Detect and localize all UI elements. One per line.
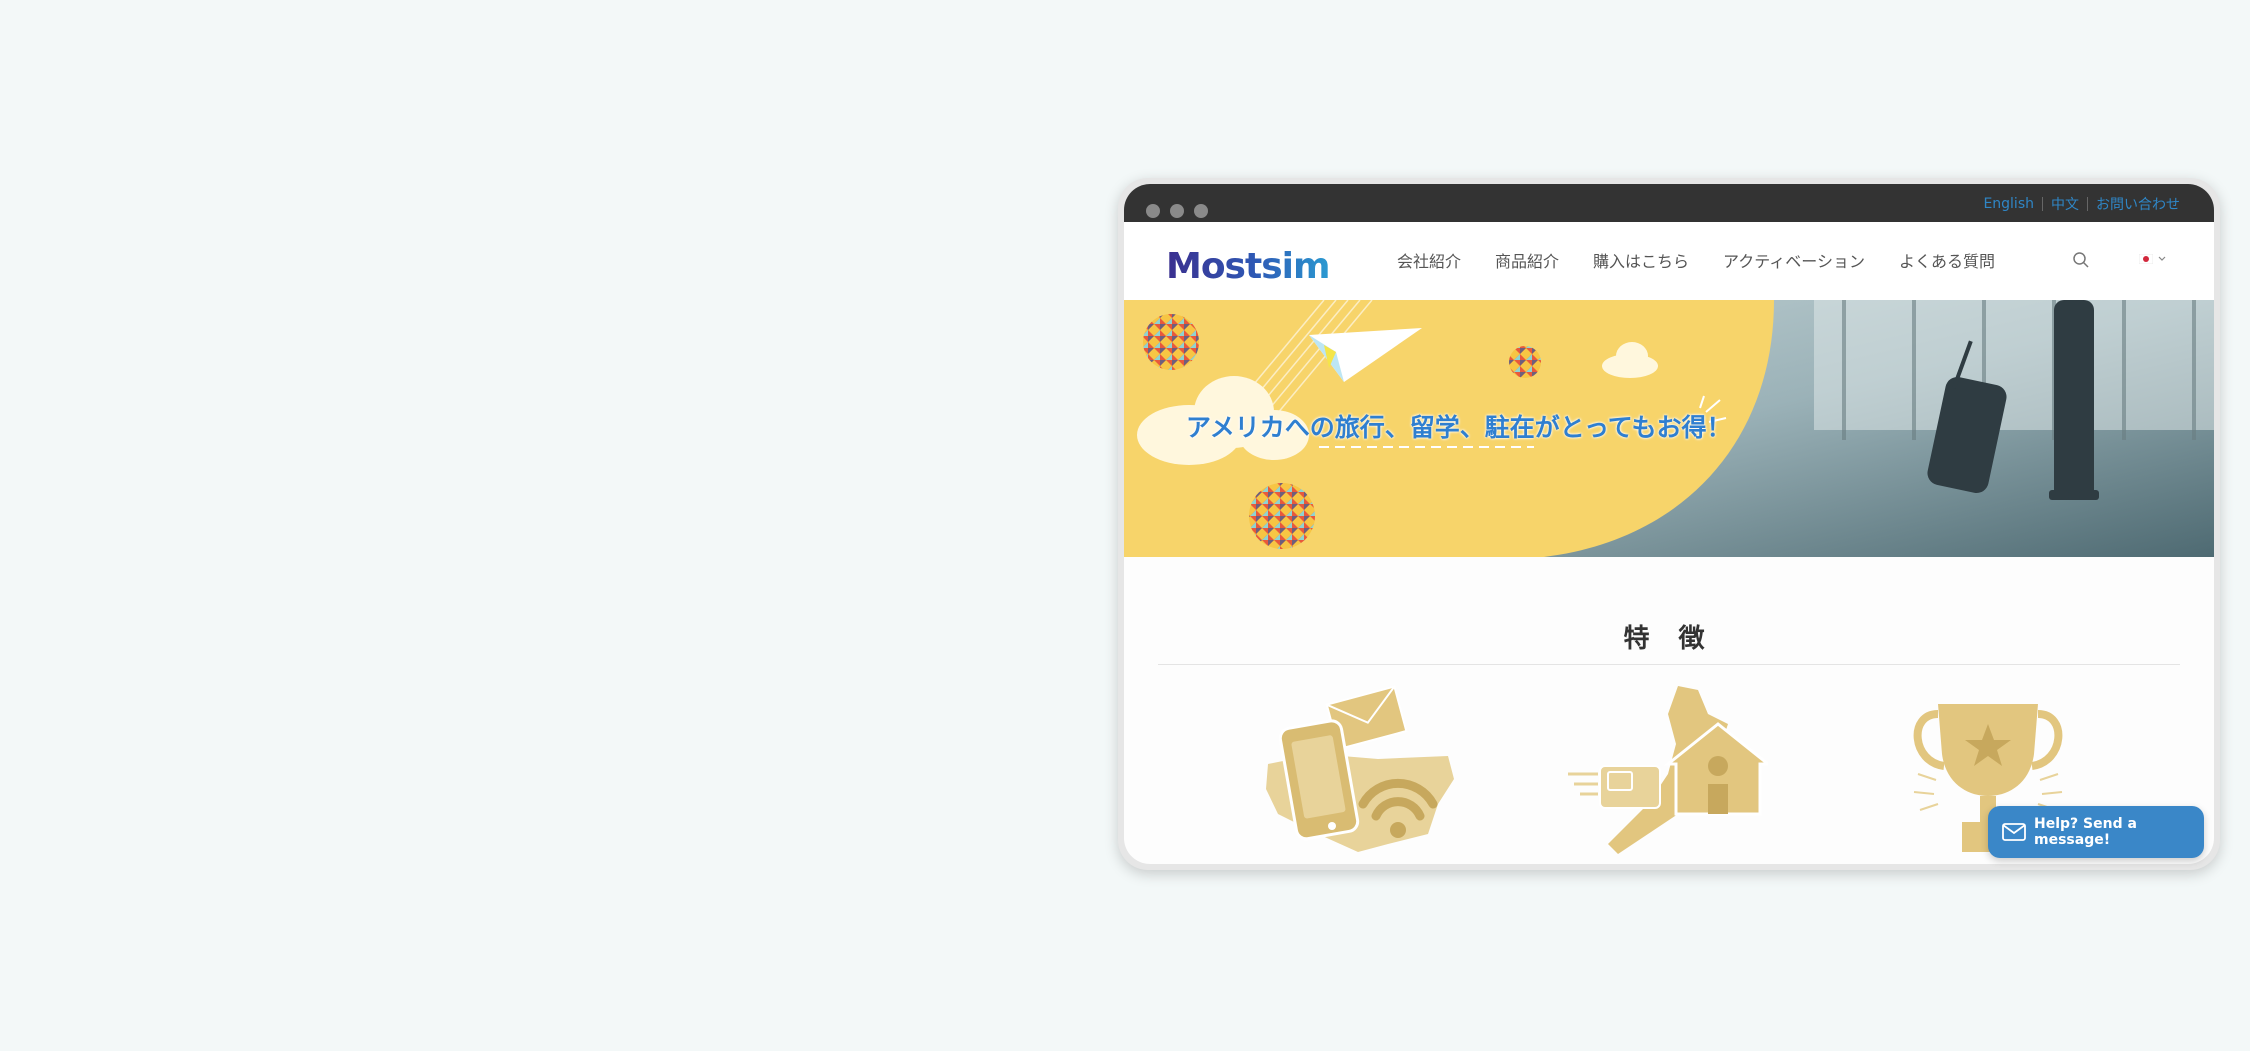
- section-title: 特 徴: [1623, 624, 1715, 654]
- search-icon[interactable]: [2072, 251, 2090, 273]
- balloon-icon: [1249, 483, 1315, 549]
- window-dot-close[interactable]: [1146, 204, 1160, 218]
- section-divider: [1158, 664, 2180, 665]
- site-header: Mostsim 会社紹介 商品紹介 購入はこちら アクティベーション よくある質…: [1124, 222, 2214, 300]
- japan-flag-icon: [2139, 254, 2153, 264]
- english-link[interactable]: English: [1983, 196, 2034, 212]
- svg-text:Mostsim: Mostsim: [1166, 246, 1329, 286]
- chevron-down-icon: [2158, 256, 2166, 261]
- language-selector[interactable]: [2139, 254, 2167, 264]
- nav-purchase[interactable]: 購入はこちら: [1593, 248, 1689, 272]
- help-chat-button[interactable]: Help? Send a message!: [1988, 806, 2204, 858]
- hero-banner: アメリカへの旅行、留学、駐在がとってもお得！: [1124, 300, 2214, 557]
- main-nav: 会社紹介 商品紹介 購入はこちら アクティベーション よくある質問: [1397, 248, 2029, 272]
- divider: [2087, 197, 2088, 211]
- envelope-icon: [2002, 823, 2026, 841]
- balloon-icon: [1143, 314, 1199, 370]
- page-background: { "browser": { "top_links": ["English", …: [0, 0, 2250, 1051]
- mostsim-logo[interactable]: Mostsim: [1166, 242, 1346, 290]
- balloon-icon: [1509, 346, 1541, 378]
- divider: [2042, 197, 2043, 211]
- nav-faq[interactable]: よくある質問: [1899, 248, 1995, 272]
- sim-japan-house-icon: [1568, 684, 1773, 864]
- nav-company[interactable]: 会社紹介: [1397, 248, 1461, 272]
- top-links: English 中文 お問い合わせ: [1983, 194, 2180, 214]
- banner-headline: アメリカへの旅行、留学、駐在がとってもお得！: [1186, 413, 1732, 442]
- browser-screen: English 中文 お問い合わせ Mostsim 会社紹介 商品紹介 購入はこ…: [1124, 184, 2214, 864]
- nav-products[interactable]: 商品紹介: [1495, 248, 1559, 272]
- nav-activation[interactable]: アクティベーション: [1723, 248, 1865, 272]
- help-chat-label: Help? Send a message!: [2034, 816, 2137, 848]
- window-titlebar: English 中文 お問い合わせ: [1124, 184, 2214, 222]
- chinese-link[interactable]: 中文: [2051, 194, 2079, 214]
- tablet-frame: English 中文 お問い合わせ Mostsim 会社紹介 商品紹介 購入はこ…: [1118, 178, 2220, 870]
- window-dot-maximize[interactable]: [1194, 204, 1208, 218]
- window-dot-minimize[interactable]: [1170, 204, 1184, 218]
- phone-wifi-usa-icon: [1258, 684, 1458, 864]
- contact-link[interactable]: お問い合わせ: [2096, 194, 2180, 214]
